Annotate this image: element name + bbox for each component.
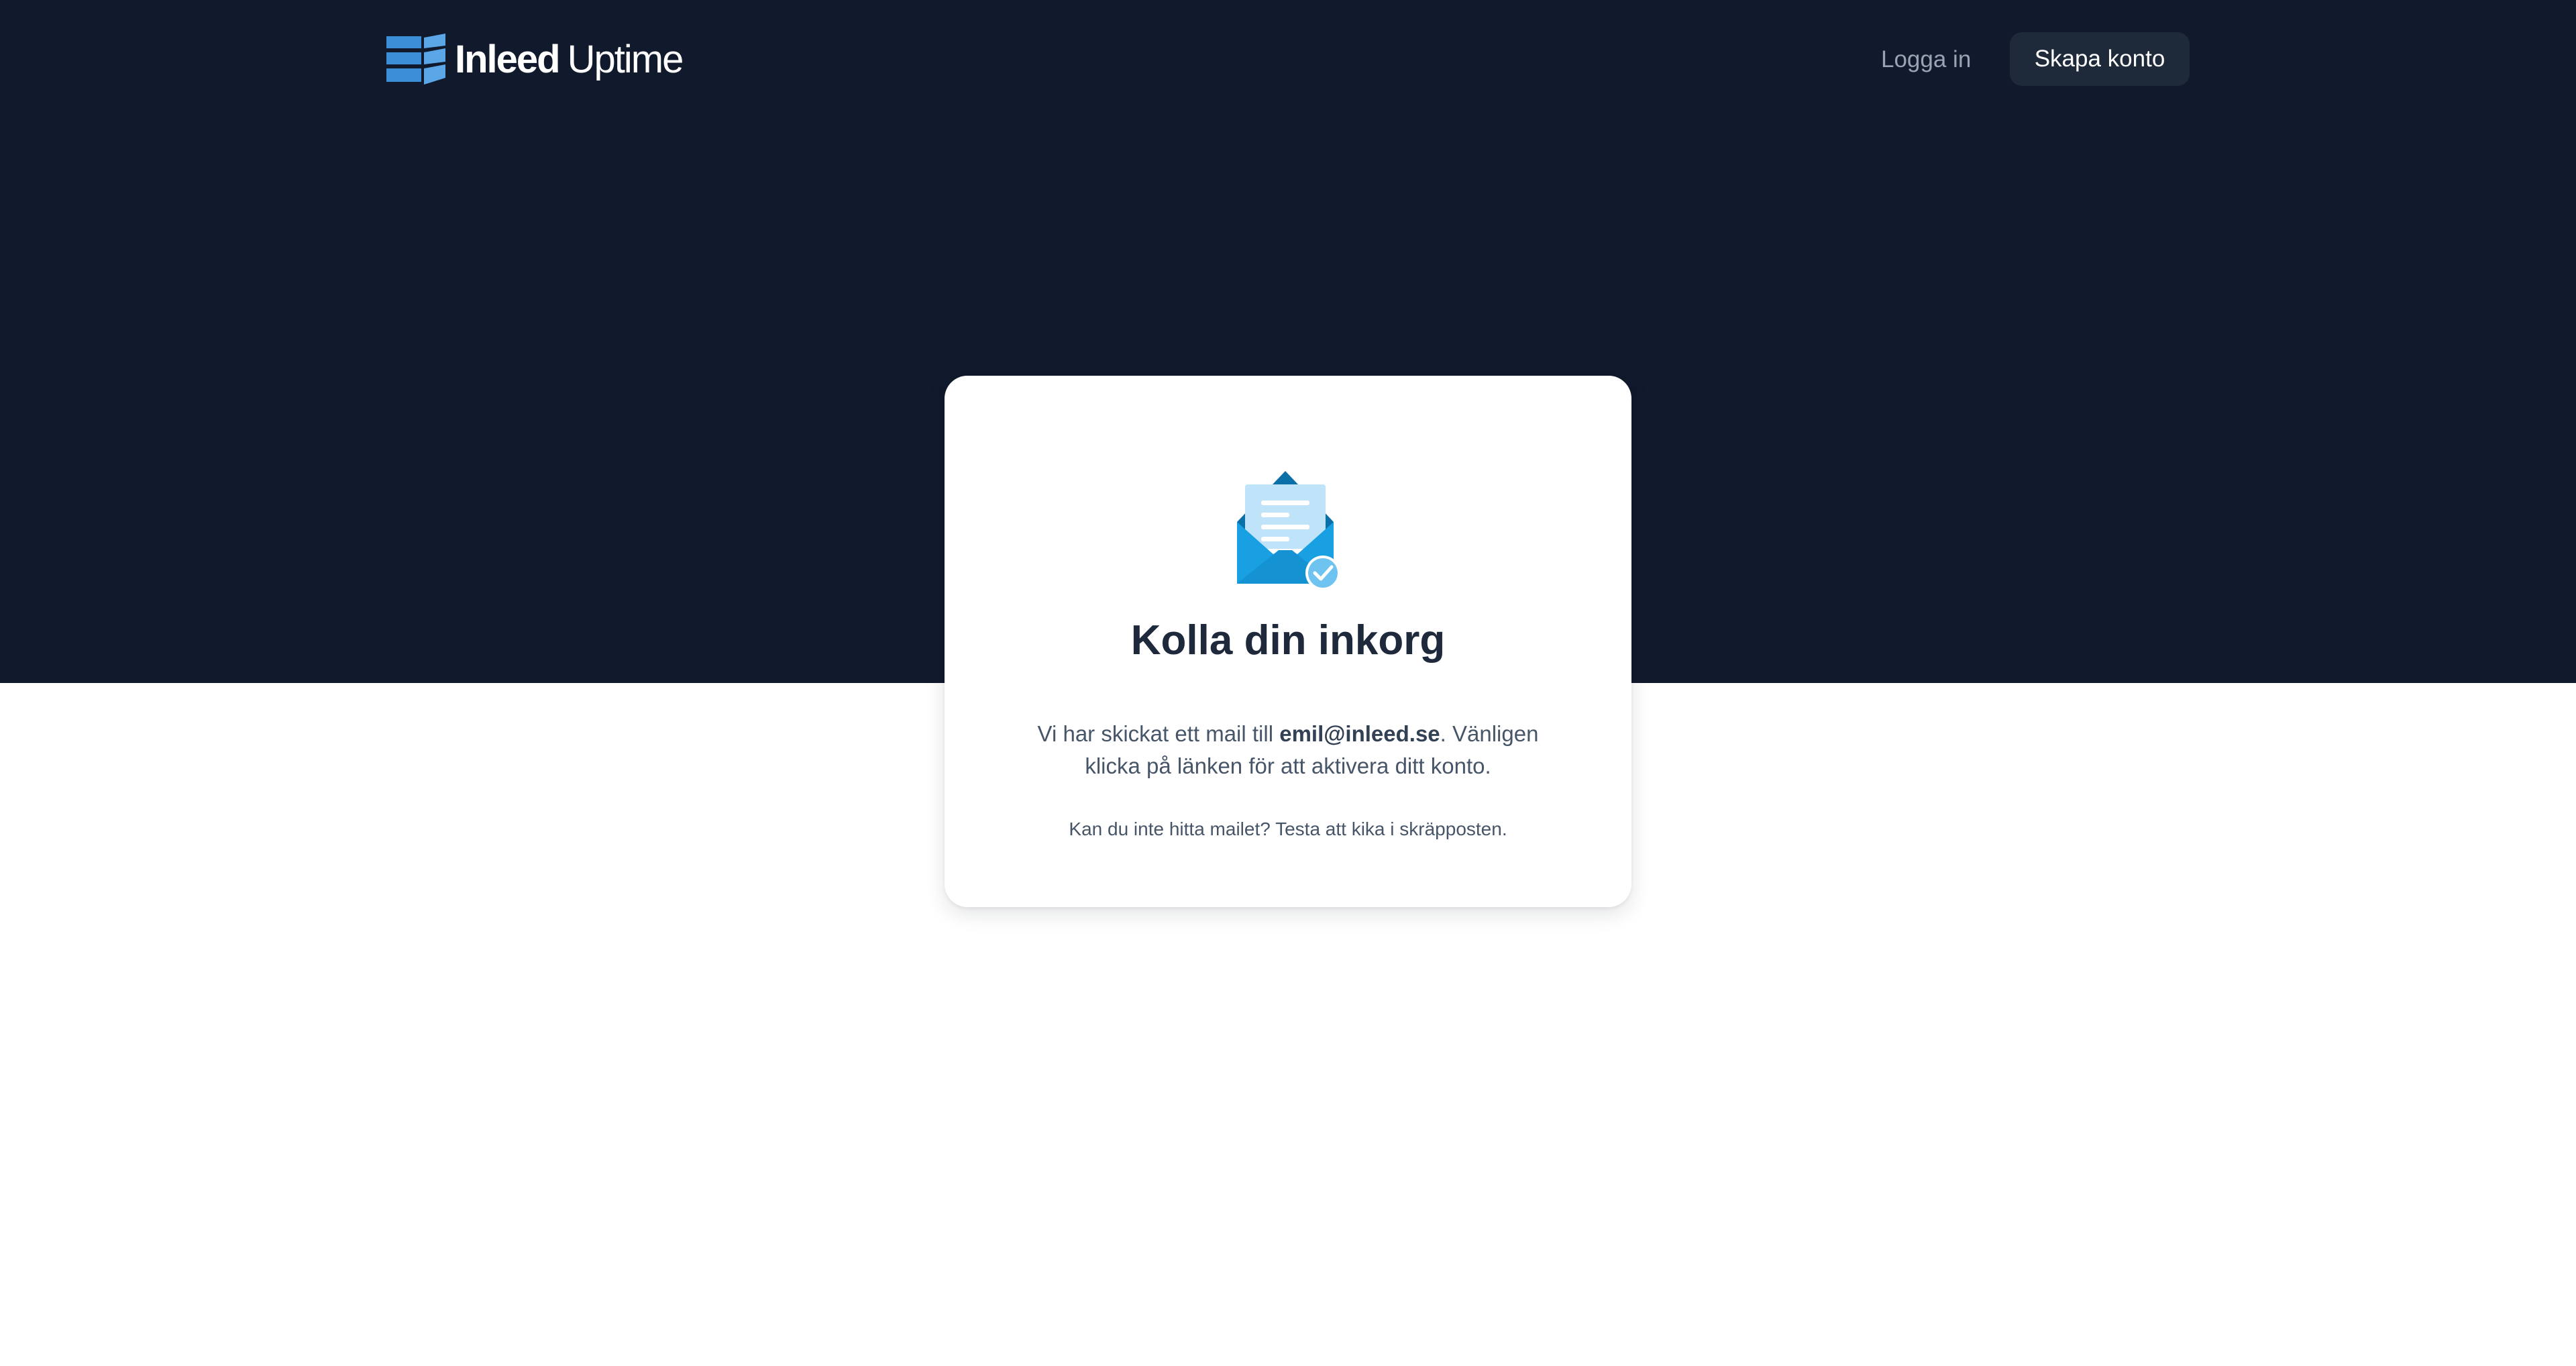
- verification-card: Kolla din inkorg Vi har skickat ett mail…: [945, 376, 1631, 907]
- open-envelope-checkmark-icon: [1237, 471, 1340, 590]
- email-address: emil@inleed.se: [1279, 721, 1440, 746]
- logo-wordmark: Inleed Uptime: [455, 38, 684, 81]
- logo-link[interactable]: Inleed Uptime: [386, 34, 684, 86]
- confirmation-message: Vi har skickat ett mail till emil@inleed…: [1020, 718, 1556, 782]
- inleed-logo-icon: [386, 34, 445, 85]
- logo-product-text: Uptime: [567, 38, 684, 81]
- page: Inleed Uptime Logga in Skapa konto Kolla …: [0, 0, 2576, 1366]
- message-text-before: Vi har skickat ett mail till: [1037, 721, 1280, 746]
- site-header: Inleed Uptime Logga in Skapa konto: [0, 0, 2576, 118]
- logo-brand-text: Inleed: [455, 38, 561, 81]
- login-link[interactable]: Logga in: [1881, 39, 1971, 81]
- create-account-button[interactable]: Skapa konto: [2010, 32, 2190, 86]
- page-title: Kolla din inkorg: [1130, 617, 1446, 664]
- spam-folder-hint: Kan du inte hitta mailet? Testa att kika…: [1069, 819, 1507, 839]
